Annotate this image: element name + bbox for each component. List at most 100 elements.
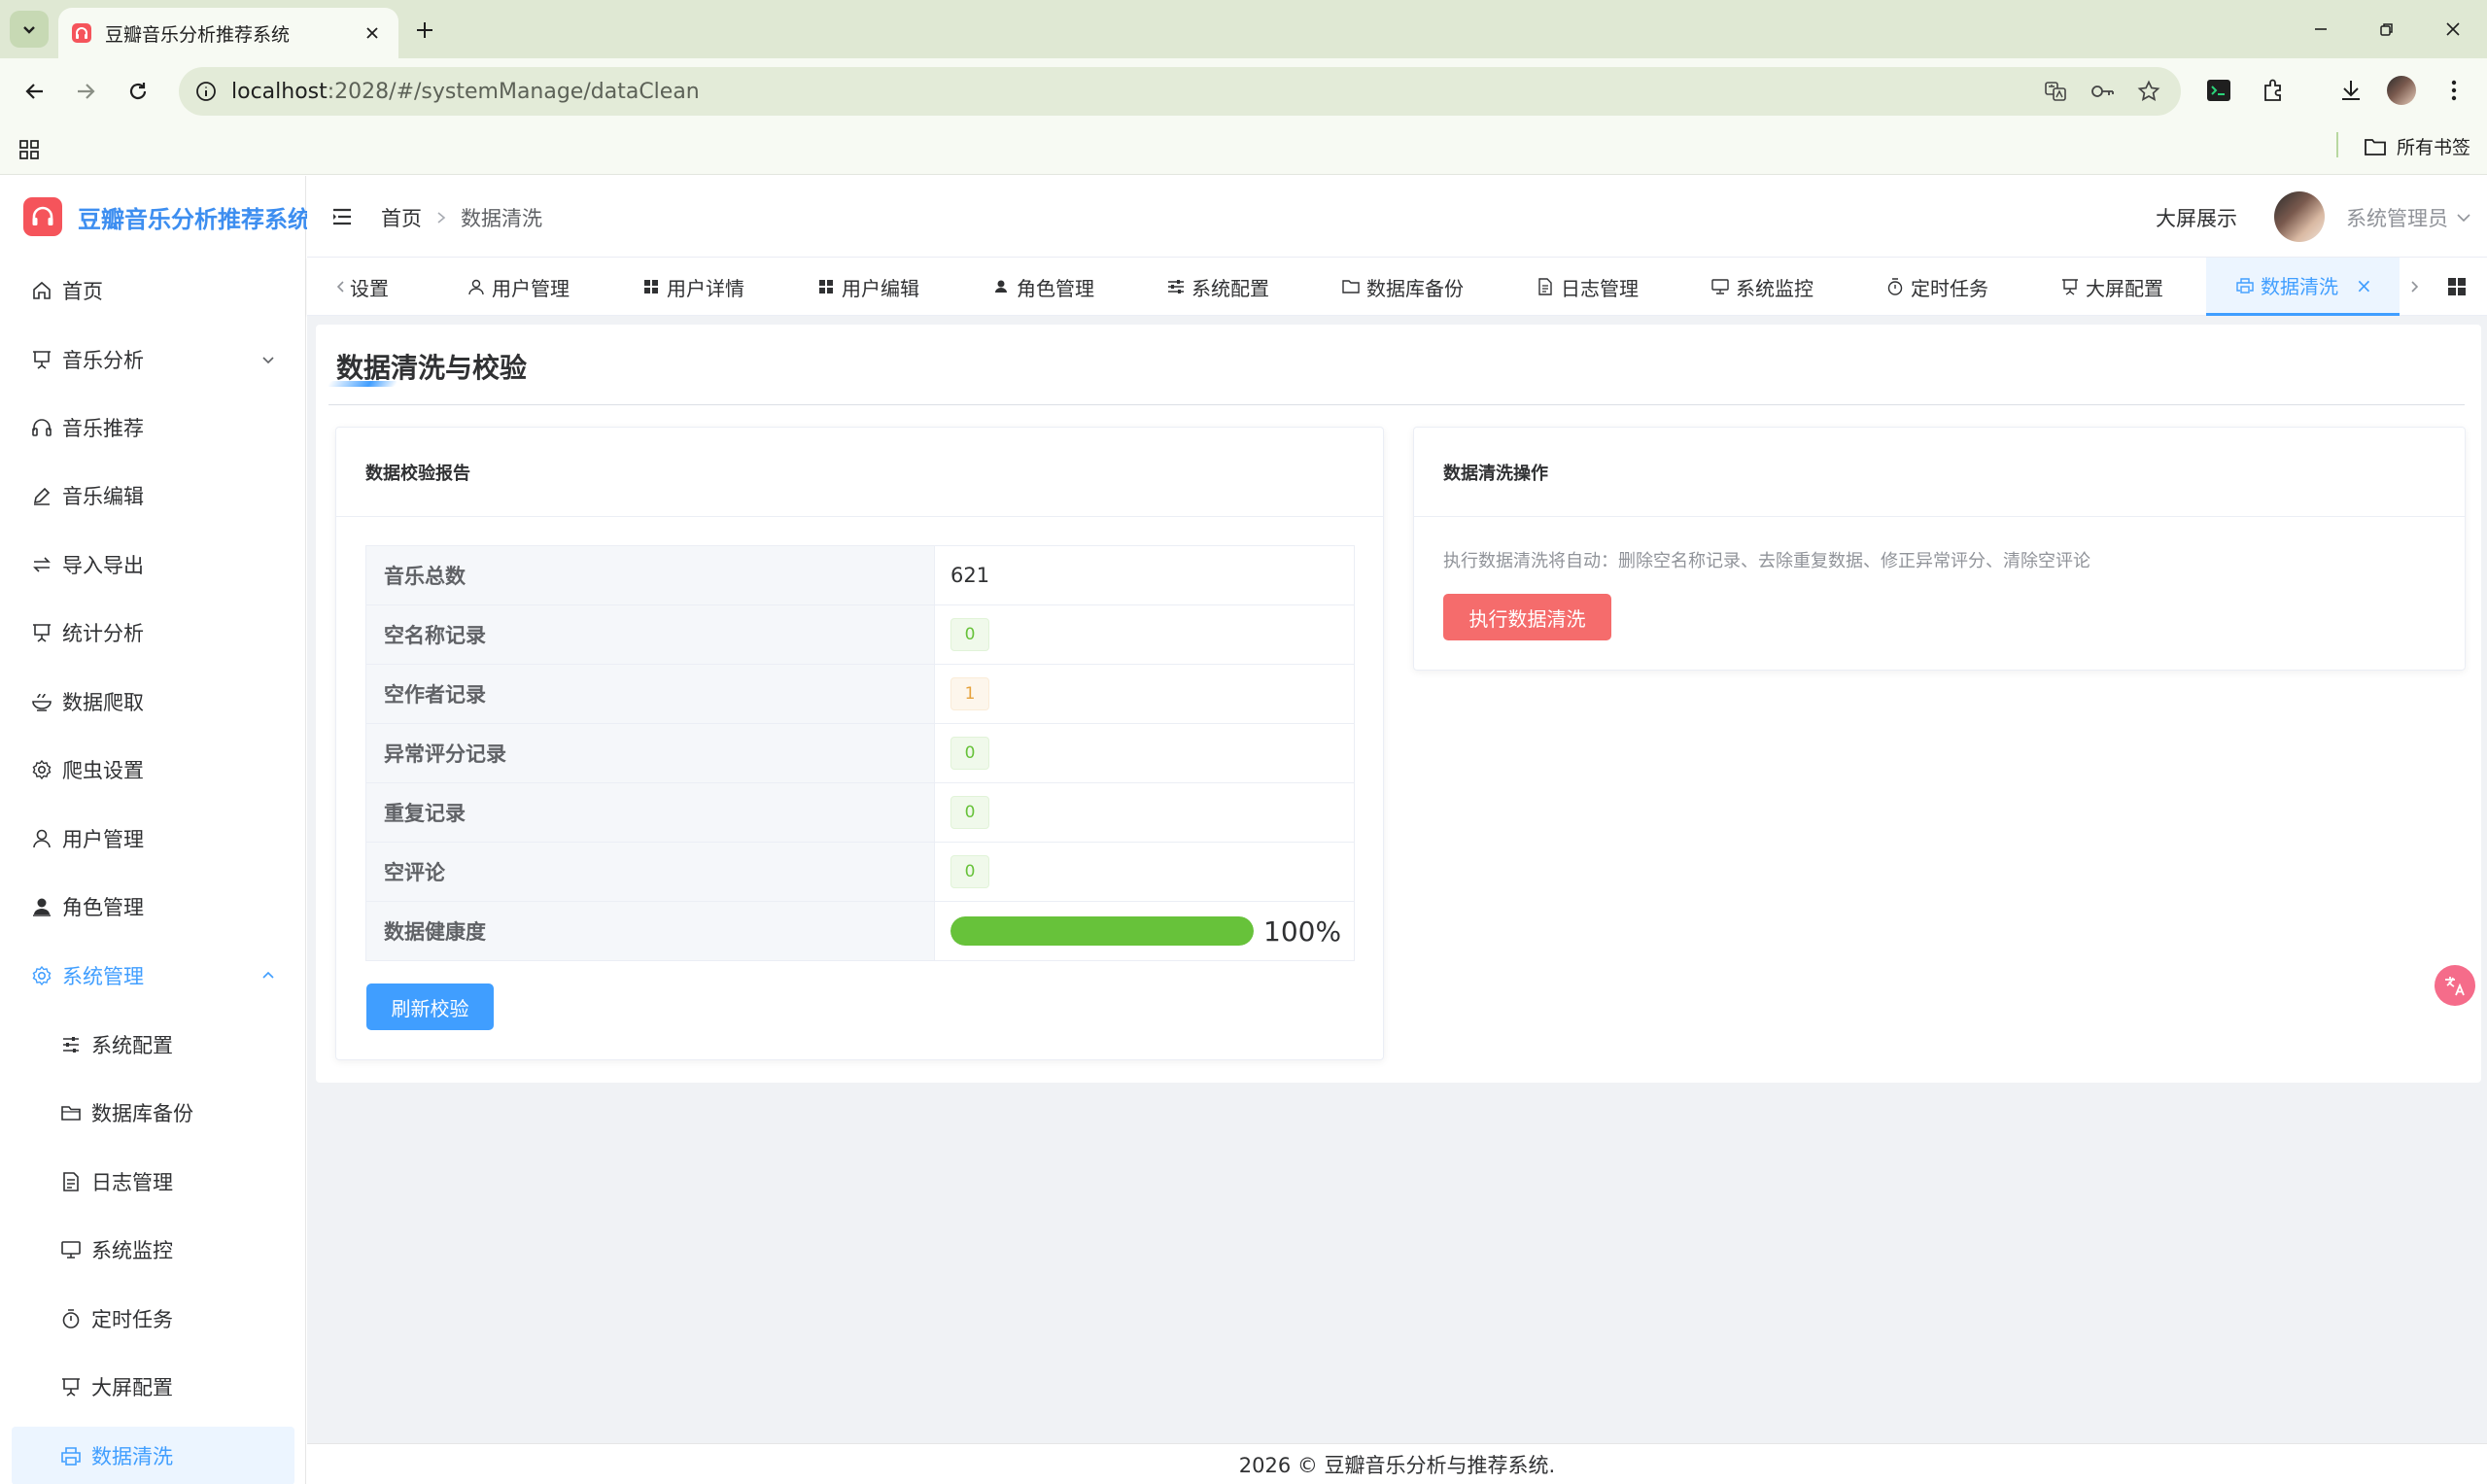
sidebar-item-system-config[interactable]: 系统配置: [0, 1016, 306, 1074]
row-label: 重复记录: [365, 782, 935, 843]
back-button[interactable]: [17, 74, 52, 109]
headphones-icon: [29, 415, 54, 440]
sidebar-item-data-clean[interactable]: 数据清洗: [12, 1427, 294, 1484]
browser-tab-strip: 豆瓣音乐分析推荐系统: [0, 0, 2487, 58]
tags-scroll-right-icon[interactable]: [2400, 258, 2429, 316]
more-menu-icon[interactable]: [2437, 74, 2470, 107]
status-badge: 0: [950, 796, 989, 829]
new-tab-button[interactable]: [408, 14, 441, 47]
close-icon[interactable]: [360, 20, 385, 46]
avatar[interactable]: [2274, 191, 2325, 242]
sidebar-item-label: 数据爬取: [62, 691, 144, 714]
sidebar-item-label: 导入导出: [62, 554, 144, 577]
tag-user-detail[interactable]: 用户详情: [641, 258, 744, 316]
close-icon[interactable]: ×: [2356, 274, 2372, 297]
tag-log-management[interactable]: 日志管理: [1536, 258, 1639, 316]
big-screen-link[interactable]: 大屏展示: [2156, 203, 2237, 232]
tag-user-management[interactable]: 用户管理: [466, 258, 570, 316]
sidebar-item-screen-config[interactable]: 大屏配置: [0, 1358, 306, 1416]
sidebar-item-data-crawl[interactable]: 数据爬取: [0, 673, 306, 731]
sidebar-item-statistics[interactable]: 统计分析: [0, 604, 306, 662]
key-icon[interactable]: [2086, 75, 2119, 108]
sidebar-item-music-edit[interactable]: 音乐编辑: [0, 466, 306, 525]
table-row: 数据健康度 100%: [365, 901, 1355, 961]
sidebar-item-import-export[interactable]: 导入导出: [0, 535, 306, 594]
table-row: 空评论 0: [365, 842, 1355, 902]
chevron-down-icon: [259, 351, 277, 368]
folder-icon: [58, 1100, 84, 1125]
presentation-icon: [2060, 277, 2080, 296]
breadcrumb-home[interactable]: 首页: [381, 203, 422, 232]
terminal-extension-icon[interactable]: [2202, 74, 2235, 107]
all-bookmarks-button[interactable]: 所有书签: [2364, 133, 2470, 159]
row-label: 音乐总数: [365, 545, 935, 605]
tag-scheduled-tasks[interactable]: 定时任务: [1885, 258, 1988, 316]
chevron-up-icon: [259, 967, 277, 984]
apps-grid-icon[interactable]: [16, 136, 43, 163]
refresh-check-button[interactable]: 刷新校验: [366, 984, 494, 1030]
tag-screen-config[interactable]: 大屏配置: [2060, 258, 2163, 316]
address-url[interactable]: localhost:2028/#/systemManage/dataClean: [231, 80, 700, 104]
sidebar-item-scheduled-tasks[interactable]: 定时任务: [0, 1290, 306, 1348]
sidebar-item-system-management[interactable]: 系统管理: [0, 947, 306, 1005]
reload-button[interactable]: [121, 74, 155, 109]
download-icon[interactable]: [2334, 74, 2367, 107]
sidebar-item-system-monitor[interactable]: 系统监控: [0, 1221, 306, 1279]
browser-tab-active[interactable]: 豆瓣音乐分析推荐系统: [58, 8, 398, 58]
translate-icon[interactable]: [2039, 75, 2072, 108]
clean-description: 执行数据清洗将自动：删除空名称记录、去除重复数据、修正异常评分、清除空评论: [1443, 551, 2090, 571]
tag-system-config[interactable]: 系统配置: [1166, 258, 1269, 316]
floating-translate-icon[interactable]: [2435, 965, 2475, 1006]
table-row: 音乐总数 621: [365, 545, 1355, 605]
sidebar-item-music-analysis[interactable]: 音乐分析: [0, 330, 306, 389]
star-icon[interactable]: [2132, 75, 2165, 108]
tag-user-edit[interactable]: 用户编辑: [816, 258, 919, 316]
sidebar-item-home[interactable]: 首页: [0, 261, 306, 320]
restore-button[interactable]: [2367, 12, 2406, 47]
sidebar-item-label: 系统监控: [91, 1239, 173, 1262]
app-logo[interactable]: 豆瓣音乐分析推荐系统: [23, 197, 311, 236]
execute-clean-button[interactable]: 执行数据清洗: [1443, 594, 1611, 640]
tag-settings[interactable]: 设置: [350, 258, 389, 316]
tag-role-management[interactable]: 角色管理: [991, 258, 1094, 316]
sidebar-item-music-recommend[interactable]: 音乐推荐: [0, 398, 306, 457]
status-badge: 1: [950, 677, 989, 710]
tags-menu-grid-icon[interactable]: [2445, 275, 2469, 298]
divider: [328, 404, 2465, 405]
tag-label: 数据清洗: [2261, 275, 2338, 298]
window-close-button[interactable]: [2434, 12, 2472, 47]
sidebar-item-label: 大屏配置: [91, 1376, 173, 1399]
menu-toggle-icon[interactable]: [330, 205, 354, 228]
site-info-icon[interactable]: [194, 80, 218, 103]
printer-icon: [2235, 276, 2255, 295]
tag-data-clean[interactable]: 数据清洗 ×: [2206, 258, 2400, 316]
bowl-icon: [29, 689, 54, 714]
sidebar-item-role-management[interactable]: 角色管理: [0, 878, 306, 936]
row-label: 空评论: [365, 842, 935, 902]
report-table: 音乐总数 621 空名称记录 0 空作者记录 1 异常评分记录 0 重复记录 0…: [365, 545, 1355, 961]
sidebar-item-user-management[interactable]: 用户管理: [0, 810, 306, 868]
forward-button[interactable]: [68, 74, 103, 109]
tab-search-button[interactable]: [10, 11, 49, 48]
folder-icon: [2365, 138, 2386, 155]
extensions-icon[interactable]: [2257, 74, 2290, 107]
sidebar-item-log-management[interactable]: 日志管理: [0, 1153, 306, 1211]
app-header: 首页 数据清洗 大屏展示 系统管理员: [307, 176, 2487, 258]
sidebar-item-crawler-settings[interactable]: 爬虫设置: [0, 741, 306, 799]
sidebar-item-db-backup[interactable]: 数据库备份: [0, 1084, 306, 1142]
headphones-favicon-icon: [72, 23, 91, 43]
tag-system-monitor[interactable]: 系统监控: [1710, 258, 1813, 316]
tag-label: 数据库备份: [1366, 276, 1464, 300]
minimize-button[interactable]: [2301, 12, 2340, 47]
presentation-icon: [58, 1374, 84, 1399]
stopwatch-icon: [58, 1306, 84, 1331]
tag-db-backup[interactable]: 数据库备份: [1341, 258, 1464, 316]
profile-avatar[interactable]: [2385, 74, 2418, 107]
bookmarks-bar: [0, 124, 2487, 175]
browser-toolbar: localhost:2028/#/systemManage/dataClean: [0, 58, 2487, 124]
footer: 2026 © 豆瓣音乐分析与推荐系统.: [307, 1443, 2487, 1484]
page-title: 数据清洗与校验: [336, 352, 528, 384]
sidebar-item-label: 定时任务: [91, 1308, 173, 1331]
address-bar[interactable]: localhost:2028/#/systemManage/dataClean: [179, 67, 2181, 116]
user-dropdown[interactable]: 系统管理员: [2346, 203, 2471, 232]
